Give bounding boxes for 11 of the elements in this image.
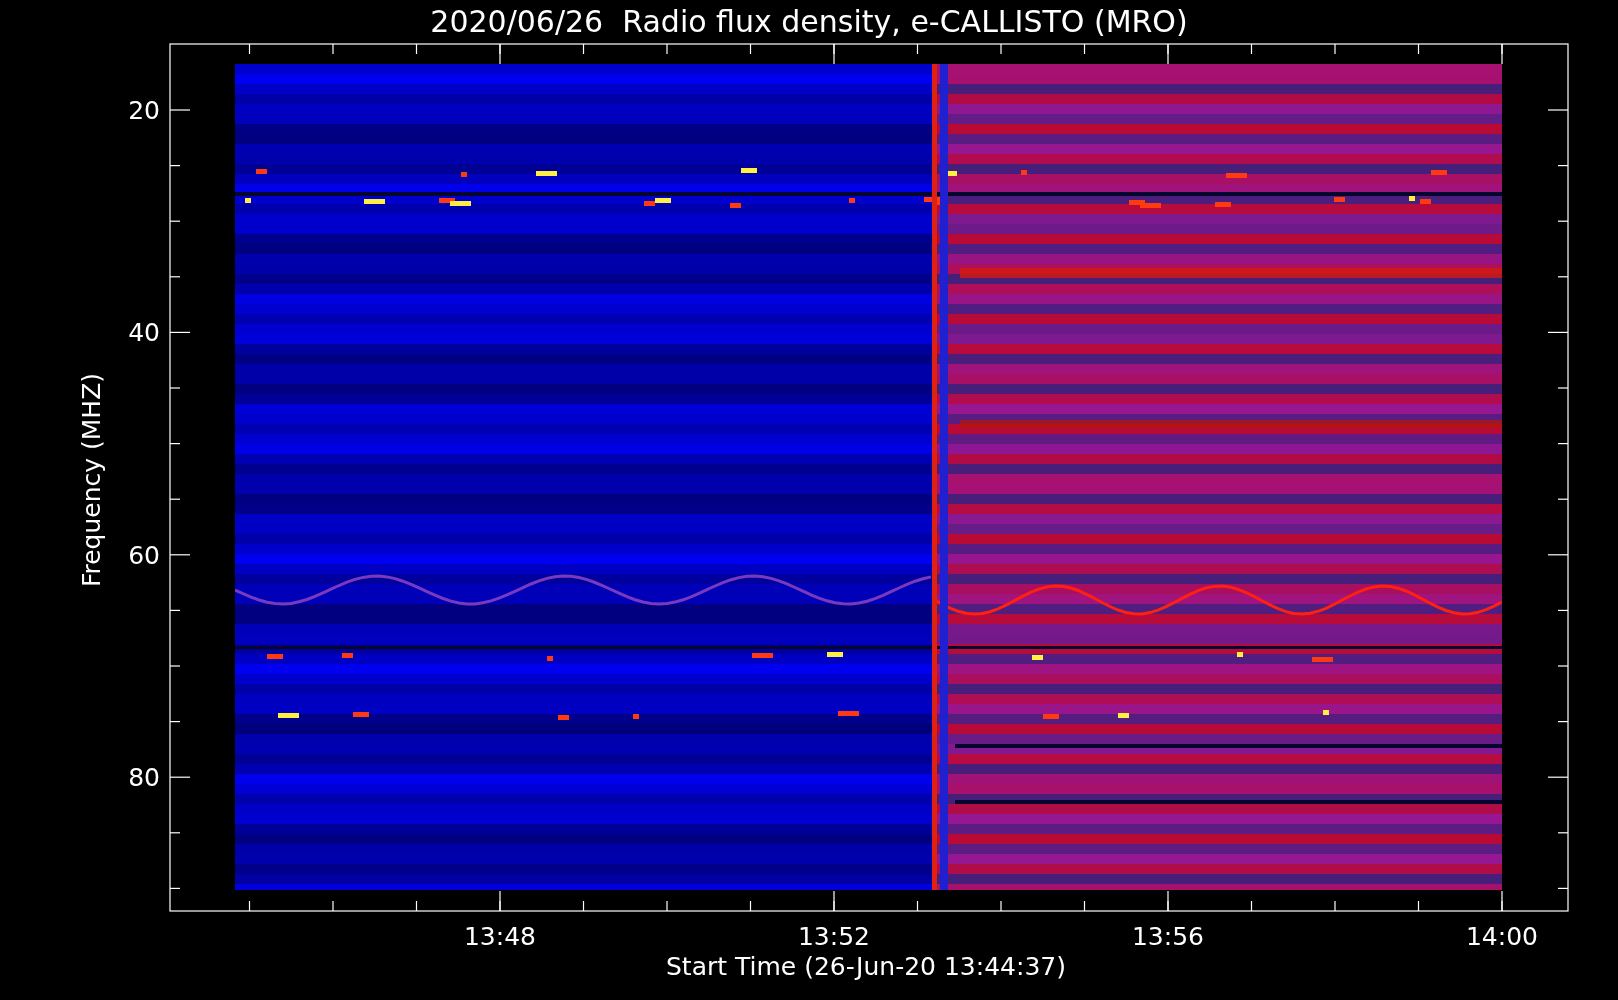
y-axis-label: Frequency (MHZ) bbox=[77, 372, 106, 588]
x-tick-label: 13:52 bbox=[798, 922, 870, 951]
y-tick-label: 60 bbox=[128, 540, 160, 570]
y-tick-label: 20 bbox=[128, 96, 160, 125]
x-tick-label: 13:48 bbox=[464, 922, 536, 951]
y-tick-label: 80 bbox=[128, 763, 160, 793]
x-tick-label: 14:00 bbox=[1466, 922, 1538, 951]
x-tick-label: 13:56 bbox=[1132, 922, 1204, 951]
x-axis-label: Start Time (26-Jun-20 13:44:37) bbox=[666, 952, 1066, 981]
chart-title: 2020/06/26 Radio flux density, e-CALLISTO (MRO) bbox=[430, 4, 1188, 39]
y-tick-label: 40 bbox=[128, 318, 160, 348]
